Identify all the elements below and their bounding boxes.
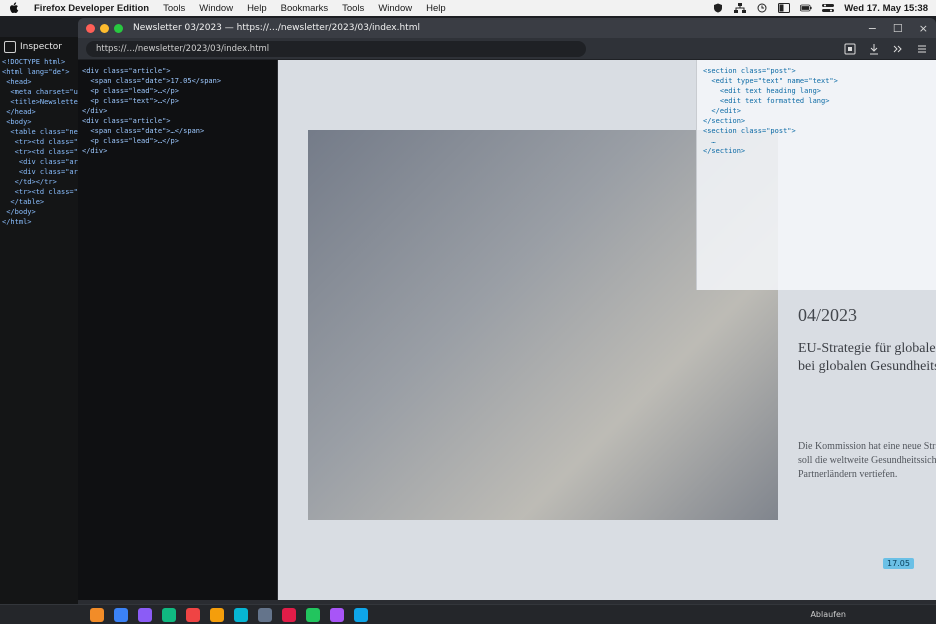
menu-tools[interactable]: Tools xyxy=(163,3,185,14)
dock-app-9-icon[interactable] xyxy=(282,607,296,622)
menu-bar: Firefox Developer Edition Tools Window H… xyxy=(0,0,936,16)
inspector-tab[interactable]: Inspector xyxy=(4,39,62,55)
menu-help[interactable]: Help xyxy=(247,3,267,14)
newsletter-issue: 04/2023 xyxy=(798,305,858,325)
menu-window[interactable]: Window xyxy=(199,3,233,14)
dock-app-4-icon[interactable] xyxy=(162,607,176,622)
window-layout-icon[interactable] xyxy=(778,3,791,13)
firefox-window: Newsletter 03/2023 — https://…/newslette… xyxy=(78,18,936,620)
menu-icon[interactable] xyxy=(916,43,928,55)
apple-icon[interactable] xyxy=(8,2,20,14)
close-window-button[interactable] xyxy=(86,23,95,33)
toolbar xyxy=(844,43,928,55)
article-date-badge: 17.05 xyxy=(883,558,914,569)
article-body: Die Kommission hat eine neue Strategie f… xyxy=(798,441,936,480)
minimize-icon[interactable]: − xyxy=(868,22,877,35)
shield-icon[interactable] xyxy=(712,3,724,13)
markup-overlay-panel: <section class="post"> <edit type="text"… xyxy=(696,60,936,290)
control-center-icon[interactable] xyxy=(822,3,835,13)
dock-app-3-icon[interactable] xyxy=(138,607,152,622)
minimize-window-button[interactable] xyxy=(100,23,109,33)
extensions-icon[interactable] xyxy=(844,43,856,55)
dock-app-2-icon[interactable] xyxy=(114,607,128,622)
inspector-icon xyxy=(4,41,16,53)
dock-app-10-icon[interactable] xyxy=(306,607,320,622)
address-field[interactable]: https://…/newsletter/2023/03/index.html xyxy=(86,40,586,57)
time-machine-icon[interactable] xyxy=(756,3,768,13)
zoom-window-button[interactable] xyxy=(114,23,123,33)
window-controls: − ☐ × xyxy=(868,22,928,35)
menu-tools-2[interactable]: Tools xyxy=(342,3,364,14)
window-titlebar: Newsletter 03/2023 — https://…/newslette… xyxy=(78,18,936,38)
dock-app-7-icon[interactable] xyxy=(234,607,248,622)
dock-app-5-icon[interactable] xyxy=(186,607,200,622)
downloads-icon[interactable] xyxy=(868,43,880,55)
status-area: Wed 17. May 15:38 xyxy=(712,3,928,14)
devtools-code-panel: <div class="article"> <span class="date"… xyxy=(78,60,278,600)
menu-app-name[interactable]: Firefox Developer Edition xyxy=(34,3,149,14)
maximize-icon[interactable]: ☐ xyxy=(893,22,903,35)
dock-app-11-icon[interactable] xyxy=(330,607,344,622)
more-tools-icon[interactable] xyxy=(892,43,904,55)
menu-window-2[interactable]: Window xyxy=(378,3,412,14)
network-icon[interactable] xyxy=(734,3,747,13)
newsletter-page: 04/2023 EU-Strategie für globale Gesundh… xyxy=(278,60,936,600)
dock-app-1-icon[interactable] xyxy=(90,607,104,622)
devtools-source[interactable]: <div class="article"> <span class="date"… xyxy=(82,66,273,594)
menu-help-2[interactable]: Help xyxy=(426,3,446,14)
close-icon[interactable]: × xyxy=(919,22,928,35)
browser-content: <div class="article"> <span class="date"… xyxy=(78,60,936,600)
traffic-lights xyxy=(86,23,123,33)
dock-status-text: Ablaufen xyxy=(810,610,846,619)
inspector-tab-label: Inspector xyxy=(20,42,62,52)
url-bar: https://…/newsletter/2023/03/index.html xyxy=(78,38,936,60)
menu-bookmarks[interactable]: Bookmarks xyxy=(281,3,329,14)
battery-icon[interactable] xyxy=(800,3,812,13)
dock: Ablaufen xyxy=(0,604,936,624)
markup-source[interactable]: <section class="post"> <edit type="text"… xyxy=(703,66,930,284)
article-headline[interactable]: EU-Strategie für globale Gesundheit — Ne… xyxy=(798,340,936,376)
dock-app-6-icon[interactable] xyxy=(210,607,224,622)
menubar-clock[interactable]: Wed 17. May 15:38 xyxy=(844,3,928,14)
dock-app-12-icon[interactable] xyxy=(354,607,368,622)
window-title: Newsletter 03/2023 — https://…/newslette… xyxy=(133,23,420,33)
dock-app-8-icon[interactable] xyxy=(258,607,272,622)
